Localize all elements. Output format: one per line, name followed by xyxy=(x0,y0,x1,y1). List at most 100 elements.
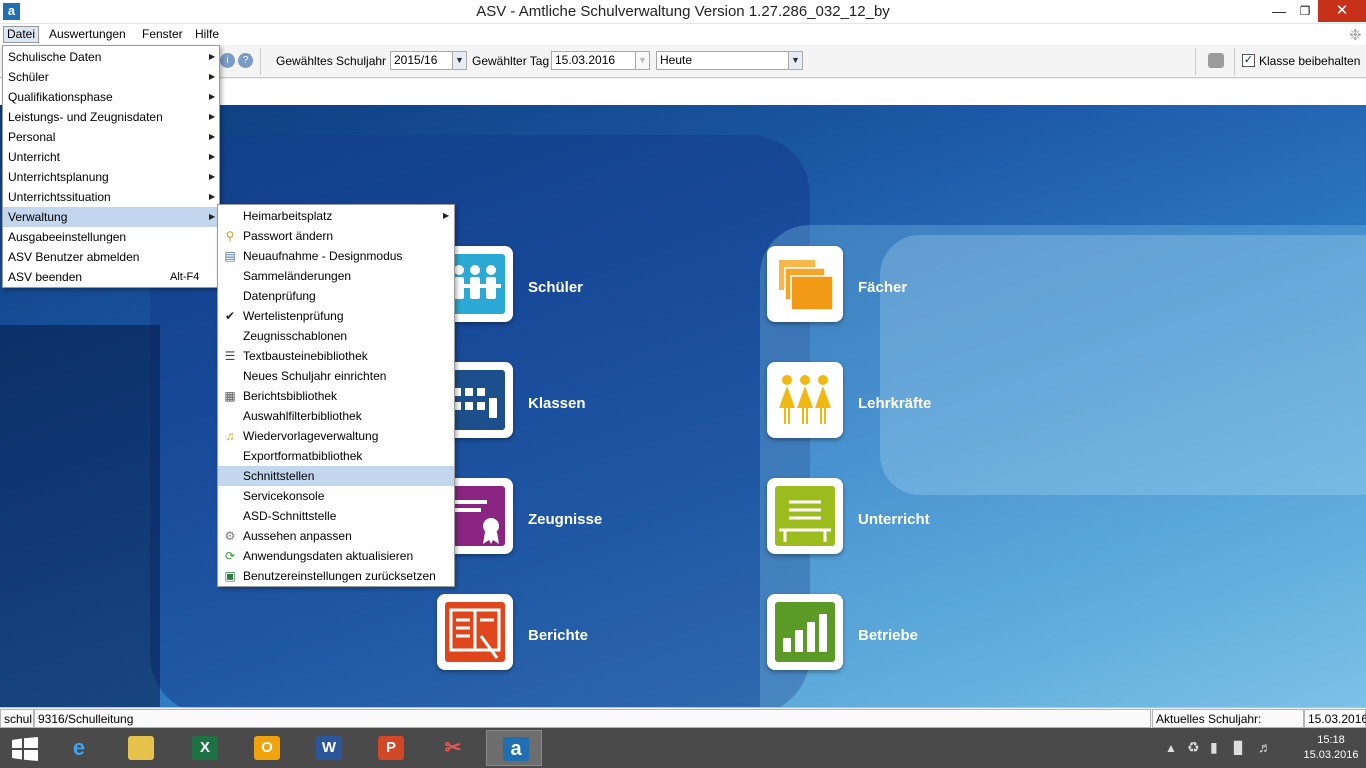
network-icon[interactable]: ▉ xyxy=(1234,741,1243,755)
menu-item-neues-schuljahr[interactable]: Neues Schuljahr einrichten xyxy=(218,366,454,386)
menu-item-schnittstellen[interactable]: Schnittstellen xyxy=(218,466,454,486)
menu-item-textbausteinebibliothek[interactable]: ☰ Textbausteinebibliothek xyxy=(218,346,454,366)
menu-item-passwort[interactable]: ⚲ Passwort ändern xyxy=(218,226,454,246)
title-bar: a ASV - Amtliche Schulverwaltung Version… xyxy=(0,0,1366,24)
taskbar-excel[interactable]: X xyxy=(176,730,232,766)
minimize-button[interactable]: — xyxy=(1266,0,1292,22)
chevron-right-icon: ▶ xyxy=(209,112,216,121)
menu-datei[interactable]: Datei xyxy=(3,26,40,43)
menu-item-schulische-daten[interactable]: Schulische Daten ▶ xyxy=(3,47,219,67)
menu-item-anwendungsdaten[interactable]: ⟳ Anwendungsdaten aktualisieren xyxy=(218,546,454,566)
menu-item-unterricht[interactable]: Unterricht ▶ xyxy=(3,147,219,167)
tile-label-betriebe[interactable]: Betriebe xyxy=(858,627,918,644)
tile-label-unterricht[interactable]: Unterricht xyxy=(858,511,930,528)
menu-item-benutzereinstellungen[interactable]: ▣ Benutzereinstellungen zurücksetzen xyxy=(218,566,454,586)
bell-icon: ♫ xyxy=(225,429,235,443)
folders-icon xyxy=(775,254,835,314)
status-user: schul xyxy=(0,709,34,728)
klasse-beibehalten-checkbox[interactable]: ✓ xyxy=(1242,54,1255,67)
asv-icon: a xyxy=(503,737,529,761)
chevron-down-icon[interactable]: ▼ xyxy=(452,52,466,69)
menu-item-neuaufnahme[interactable]: ▤ Neuaufnahme - Designmodus xyxy=(218,246,454,266)
file-explorer-icon xyxy=(128,736,154,760)
start-button[interactable] xyxy=(0,730,56,766)
schuljahr-select[interactable]: 2015/16 ▼ xyxy=(390,51,467,70)
tile-label-lehrkraefte[interactable]: Lehrkräfte xyxy=(858,395,931,412)
menu-item-leistungsdaten[interactable]: Leistungs- und Zeugnisdaten ▶ xyxy=(3,107,219,127)
menu-item-heimarbeitsplatz[interactable]: Heimarbeitsplatz ▶ xyxy=(218,206,454,226)
menu-item-wertelistenpruefung[interactable]: ✔ Wertelistenprüfung xyxy=(218,306,454,326)
menu-item-unterrichtsplanung[interactable]: Unterrichtsplanung ▶ xyxy=(3,167,219,187)
tile-label-schueler[interactable]: Schüler xyxy=(528,279,583,296)
menu-item-exportformatbibliothek[interactable]: Exportformatbibliothek xyxy=(218,446,454,466)
show-hidden-icons-icon[interactable]: ▲ xyxy=(1165,741,1177,755)
menu-item-ausgabeeinstellungen[interactable]: Ausgabeeinstellungen xyxy=(3,227,219,247)
internet-explorer-icon: e xyxy=(72,735,86,760)
taskbar-outlook[interactable]: O xyxy=(238,730,294,766)
tile-label-faecher[interactable]: Fächer xyxy=(858,279,907,296)
printer-icon[interactable] xyxy=(1208,53,1224,68)
status-bar: schul 9316/Schulleitung Aktuelles Schulj… xyxy=(0,707,1366,744)
recycle-icon[interactable]: ♻ xyxy=(1187,739,1200,756)
report-icon xyxy=(445,602,505,662)
chevron-right-icon: ▶ xyxy=(209,212,216,221)
heute-value: Heute xyxy=(660,53,693,67)
close-button[interactable]: ✕ xyxy=(1318,0,1366,22)
menu-item-datenpruefung[interactable]: Datenprüfung xyxy=(218,286,454,306)
text-lines-icon: ☰ xyxy=(224,349,236,363)
menu-hilfe[interactable]: Hilfe xyxy=(192,26,222,43)
restore-button[interactable]: ❐ xyxy=(1292,0,1318,22)
taskbar-ie[interactable]: e xyxy=(50,730,106,766)
chevron-down-icon[interactable]: ▼ xyxy=(635,52,649,69)
menu-item-aussehen-anpassen[interactable]: ⚙ Aussehen anpassen xyxy=(218,526,454,546)
word-icon: W xyxy=(316,736,342,760)
menu-item-beenden[interactable]: ASV beenden Alt-F4 xyxy=(3,267,219,287)
menu-item-unterrichtssituation[interactable]: Unterrichtssituation ▶ xyxy=(3,187,219,207)
tile-faecher[interactable] xyxy=(767,246,843,322)
menu-auswertungen[interactable]: Auswertungen xyxy=(46,26,129,43)
chevron-right-icon: ▶ xyxy=(443,211,450,220)
menu-item-abmelden[interactable]: ASV Benutzer abmelden xyxy=(3,247,219,267)
volume-icon[interactable]: ♬ xyxy=(1258,739,1272,755)
menu-item-auswahlfilterbibliothek[interactable]: Auswahlfilterbibliothek xyxy=(218,406,454,426)
tile-betriebe[interactable] xyxy=(767,594,843,670)
menu-fenster[interactable]: Fenster xyxy=(139,26,186,43)
menu-item-zeugnisschablonen[interactable]: Zeugnisschablonen xyxy=(218,326,454,346)
schuljahr-value: 2015/16 xyxy=(394,53,438,67)
taskbar-snipping[interactable]: ✂ xyxy=(424,730,480,766)
taskbar-powerpoint[interactable]: P xyxy=(362,730,418,766)
menu-item-wiedervorlageverwaltung[interactable]: ♫ Wiedervorlageverwaltung xyxy=(218,426,454,446)
taskbar-asv[interactable]: a xyxy=(486,730,542,766)
tile-berichte[interactable] xyxy=(437,594,513,670)
taskbar-clock[interactable]: 15:18 15.03.2016 xyxy=(1300,733,1362,763)
refresh-icon: ⟳ xyxy=(224,549,236,563)
heute-select[interactable]: Heute ▼ xyxy=(656,51,803,70)
tile-label-berichte[interactable]: Berichte xyxy=(528,627,588,644)
tile-label-zeugnisse[interactable]: Zeugnisse xyxy=(528,511,602,528)
menu-item-personal[interactable]: Personal ▶ xyxy=(3,127,219,147)
chevron-right-icon: ▶ xyxy=(209,72,216,81)
menu-item-schueler[interactable]: Schüler ▶ xyxy=(3,67,219,87)
chevron-right-icon: ▶ xyxy=(209,172,216,181)
battery-icon[interactable]: ▮ xyxy=(1210,739,1218,756)
help-icon[interactable]: ? xyxy=(238,53,253,68)
tile-label-klassen[interactable]: Klassen xyxy=(528,395,586,412)
menu-item-berichtsbibliothek[interactable]: ▦ Berichtsbibliothek xyxy=(218,386,454,406)
menu-item-qualifikationsphase[interactable]: Qualifikationsphase ▶ xyxy=(3,87,219,107)
menu-item-verwaltung[interactable]: Verwaltung ▶ xyxy=(3,207,219,227)
tile-unterricht[interactable] xyxy=(767,478,843,554)
menu-item-asd-schnittstelle[interactable]: ASD-Schnittstelle xyxy=(218,506,454,526)
info-icon[interactable]: i xyxy=(220,53,235,68)
menu-item-sammelaenderungen[interactable]: Sammeländerungen xyxy=(218,266,454,286)
clock-time: 15:18 xyxy=(1317,734,1345,746)
taskbar-word[interactable]: W xyxy=(300,730,356,766)
reset-icon: ▣ xyxy=(224,569,236,583)
shortcut-label: Alt-F4 xyxy=(170,271,200,283)
menu-item-servicekonsole[interactable]: Servicekonsole xyxy=(218,486,454,506)
chevron-down-icon[interactable]: ▼ xyxy=(788,52,802,69)
tile-lehrkraefte[interactable] xyxy=(767,362,843,438)
key-icon: ⚲ xyxy=(225,229,235,243)
toolbar-separator xyxy=(1234,48,1235,75)
tag-date-field[interactable]: 15.03.2016 ▼ xyxy=(551,51,650,70)
taskbar-explorer[interactable] xyxy=(112,730,168,766)
